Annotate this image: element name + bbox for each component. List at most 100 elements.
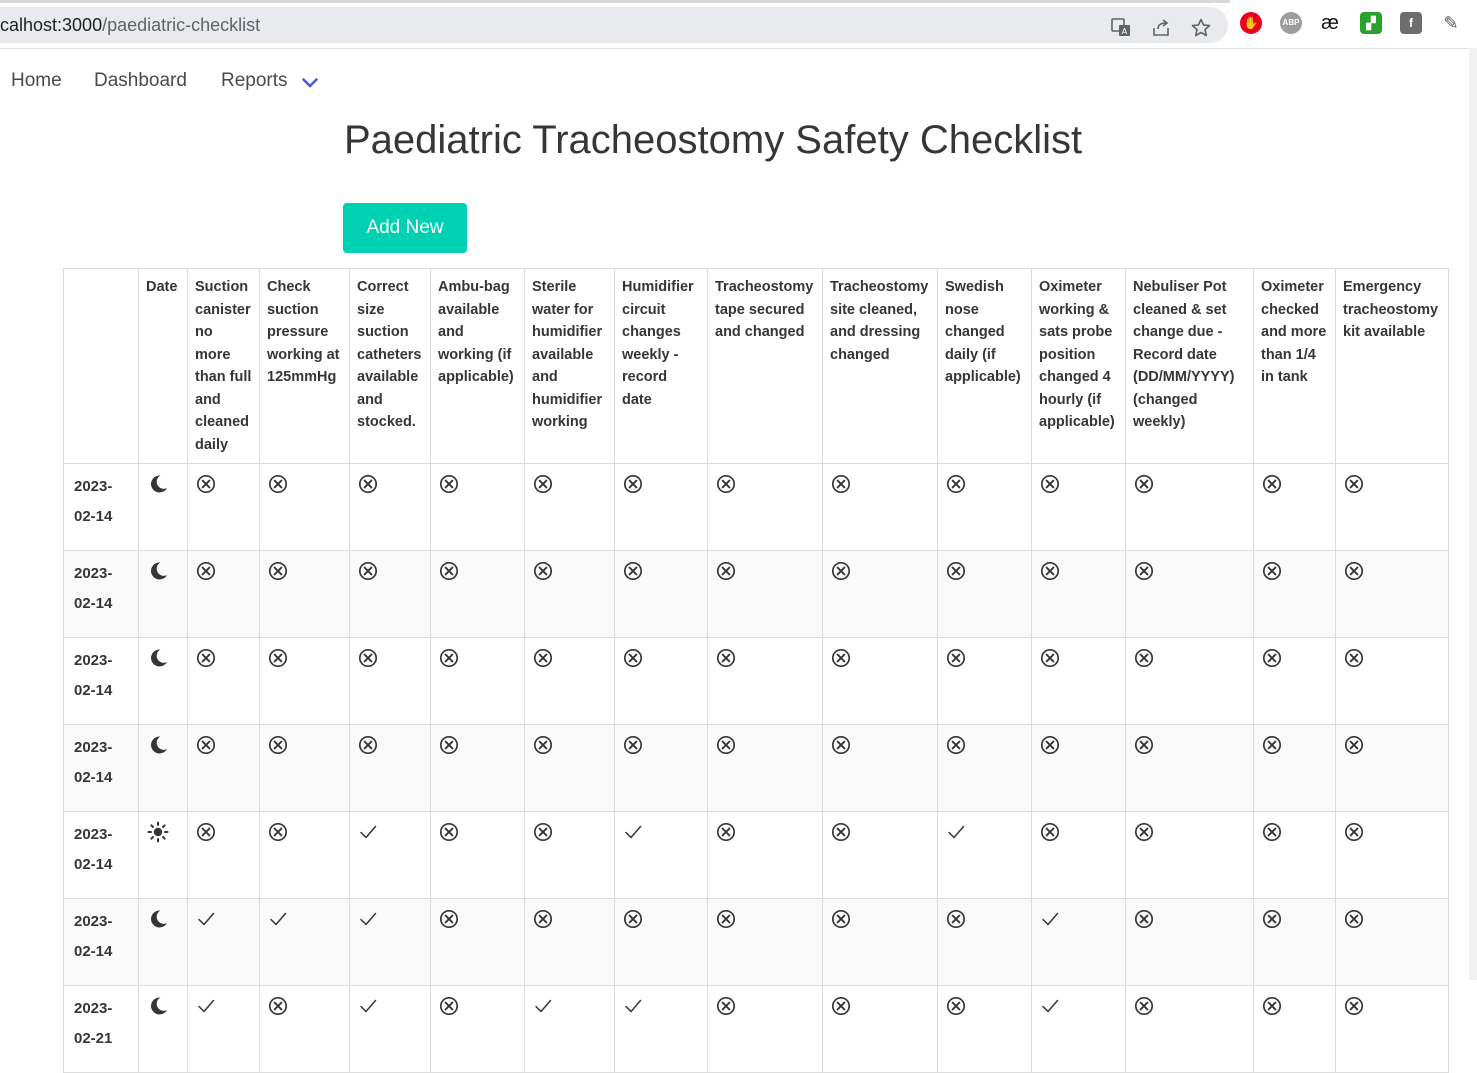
column-header (63, 268, 139, 464)
nav-home[interactable]: Home (11, 70, 62, 92)
check-cell (1125, 550, 1254, 638)
checkmark-icon (533, 996, 553, 1016)
cross-circle-icon (1040, 735, 1060, 755)
check-cell (822, 550, 938, 638)
nav-dashboard[interactable]: Dashboard (94, 70, 187, 92)
table-row[interactable]: 2023-02-21 (63, 985, 1449, 1073)
column-header: Humidifier circuit changes weekly - reco… (614, 268, 708, 464)
page-title: Paediatric Tracheostomy Safety Checklist (344, 118, 1083, 162)
cross-circle-icon (1262, 822, 1282, 842)
moon-icon (147, 995, 169, 1017)
cross-circle-icon (1344, 735, 1364, 755)
cross-circle-icon (716, 648, 736, 668)
cross-circle-icon (1040, 474, 1060, 494)
url-text[interactable]: calhost:3000/paediatric-checklist (0, 15, 260, 36)
cross-circle-icon (716, 474, 736, 494)
cross-circle-icon (716, 735, 736, 755)
adblock-icon[interactable]: ✋ (1240, 12, 1262, 34)
check-cell (1125, 637, 1254, 725)
check-cell (430, 811, 525, 899)
checkmark-icon (358, 822, 378, 842)
check-cell (1253, 985, 1336, 1073)
shift-cell (138, 463, 188, 551)
cross-circle-icon (268, 474, 288, 494)
check-cell (1253, 898, 1336, 986)
cross-circle-icon (716, 996, 736, 1016)
share-icon[interactable] (1150, 17, 1172, 39)
column-header: Oximeter working & sats probe position c… (1031, 268, 1126, 464)
cross-circle-icon (1134, 474, 1154, 494)
cross-circle-icon (623, 474, 643, 494)
check-cell (707, 985, 823, 1073)
eyedropper-extension-icon[interactable]: ✎ (1440, 12, 1462, 34)
ae-extension-icon[interactable]: æ (1319, 12, 1341, 34)
check-cell (937, 550, 1032, 638)
check-cell (614, 811, 708, 899)
cross-circle-icon (716, 822, 736, 842)
check-cell (1031, 724, 1126, 812)
cross-circle-icon (623, 735, 643, 755)
moon-icon (147, 734, 169, 756)
translate-icon[interactable]: A (1110, 17, 1132, 39)
check-cell (524, 724, 615, 812)
check-cell (1335, 463, 1449, 551)
cross-circle-icon (1134, 735, 1154, 755)
check-cell (430, 637, 525, 725)
check-cell (937, 811, 1032, 899)
cross-circle-icon (358, 474, 378, 494)
check-cell (524, 637, 615, 725)
check-cell (430, 724, 525, 812)
table-row[interactable]: 2023-02-14 (63, 898, 1449, 986)
cross-circle-icon (268, 735, 288, 755)
cross-circle-icon (1134, 648, 1154, 668)
cross-circle-icon (1134, 909, 1154, 929)
date-cell: 2023-02-14 (63, 550, 139, 638)
check-cell (349, 724, 431, 812)
abp-icon[interactable]: ABP (1280, 12, 1302, 34)
cross-circle-icon (623, 648, 643, 668)
nav-reports[interactable]: Reports (221, 70, 288, 92)
checkmark-icon (196, 909, 216, 929)
cross-circle-icon (196, 561, 216, 581)
table-header-row: Date Suction canister no more than full a… (63, 268, 1449, 464)
column-header: Date (138, 268, 188, 464)
table-row[interactable]: 2023-02-14 (63, 724, 1449, 812)
green-extension-icon[interactable]: ▞ (1360, 12, 1382, 34)
cross-circle-icon (716, 909, 736, 929)
cross-circle-icon (946, 735, 966, 755)
moon-icon (147, 560, 169, 582)
f-extension-icon[interactable]: f (1400, 12, 1422, 34)
cross-circle-icon (1262, 996, 1282, 1016)
check-cell (349, 550, 431, 638)
table-row[interactable]: 2023-02-14 (63, 550, 1449, 638)
address-bar[interactable]: calhost:3000/paediatric-checklist A (0, 7, 1228, 43)
cross-circle-icon (946, 561, 966, 581)
table-row[interactable]: 2023-02-14 (63, 637, 1449, 725)
check-cell (187, 637, 260, 725)
cross-circle-icon (1134, 561, 1154, 581)
check-cell (1125, 898, 1254, 986)
check-cell (1253, 463, 1336, 551)
cross-circle-icon (946, 909, 966, 929)
checklist-table: Date Suction canister no more than full a… (63, 268, 1449, 1073)
cross-circle-icon (1344, 561, 1364, 581)
cross-circle-icon (439, 648, 459, 668)
cross-circle-icon (623, 909, 643, 929)
check-cell (1335, 898, 1449, 986)
page-scrollbar[interactable] (1469, 48, 1477, 980)
add-new-button[interactable]: Add New (343, 203, 467, 253)
table-row[interactable]: 2023-02-14 (63, 463, 1449, 551)
chevron-down-icon[interactable] (302, 77, 318, 89)
checkmark-icon (1040, 996, 1060, 1016)
cross-circle-icon (831, 474, 851, 494)
check-cell (259, 724, 350, 812)
table-row[interactable]: 2023-02-14 (63, 811, 1449, 899)
check-cell (259, 550, 350, 638)
check-cell (707, 550, 823, 638)
cross-circle-icon (1040, 648, 1060, 668)
column-header: Tracheostomy site cleaned, and dressing … (822, 268, 938, 464)
bookmark-star-icon[interactable] (1190, 17, 1212, 39)
browser-toolbar: calhost:3000/paediatric-checklist A ✋ AB… (0, 0, 1477, 49)
date-cell: 2023-02-14 (63, 811, 139, 899)
check-cell (349, 637, 431, 725)
